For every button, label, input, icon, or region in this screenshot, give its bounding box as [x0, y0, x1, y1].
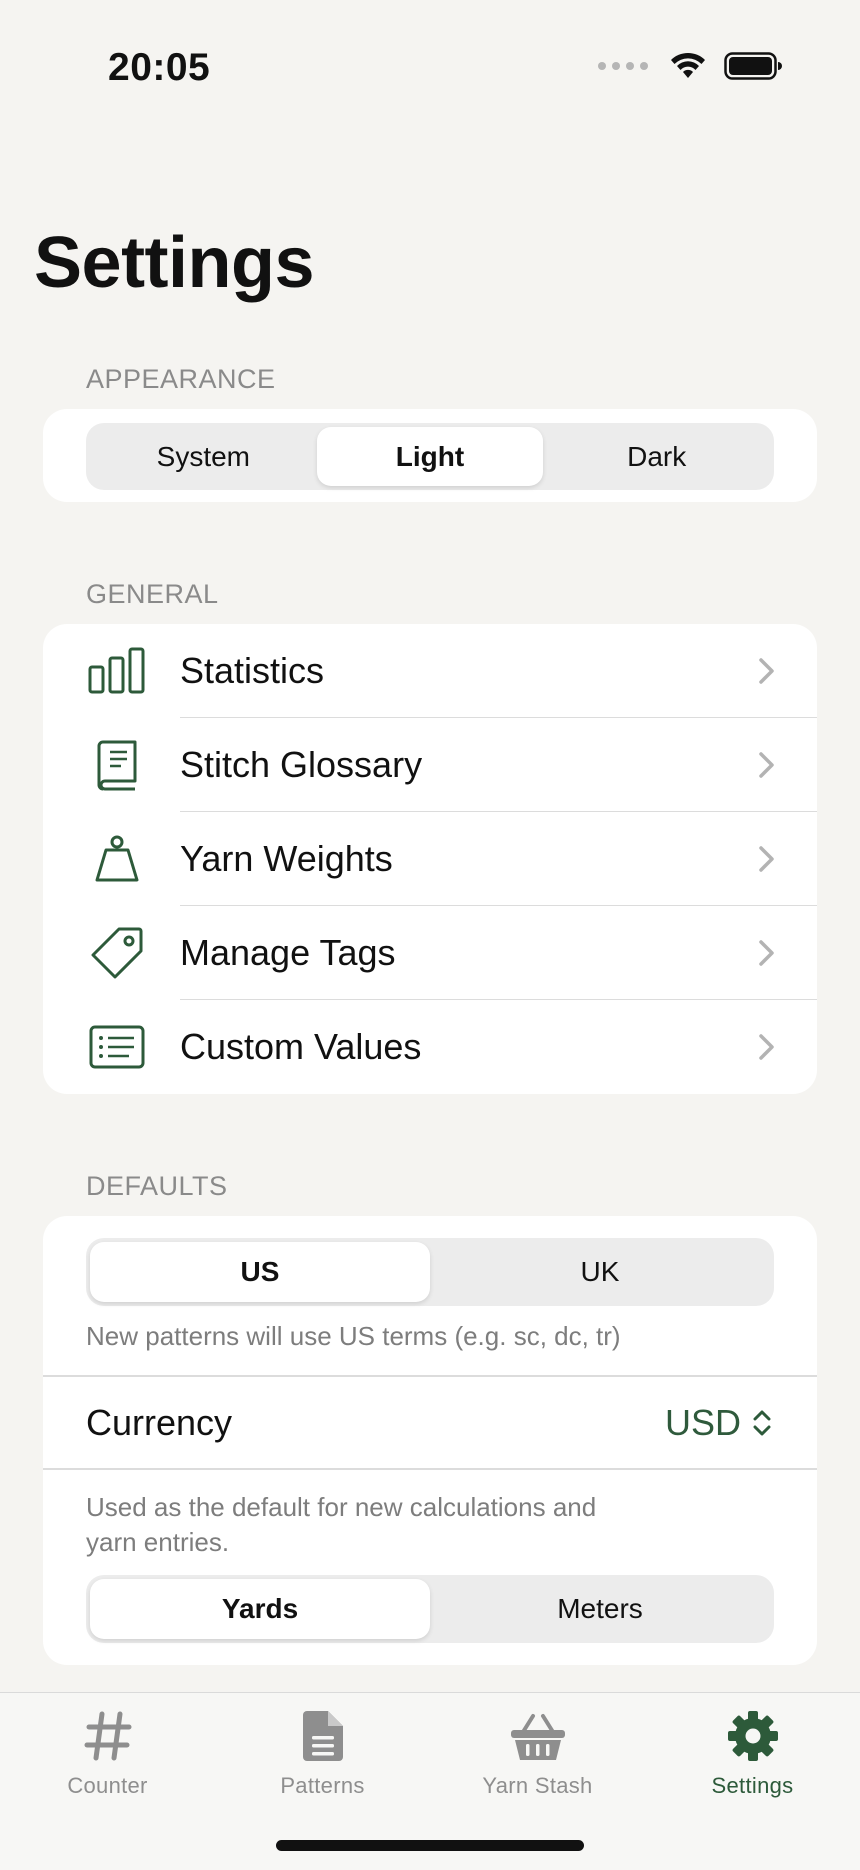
- general-item-manage-tags[interactable]: Manage Tags: [43, 906, 817, 1000]
- currency-value: USD: [664, 1402, 741, 1443]
- general-card: Statistics Stitch Glossary Yarn Weights: [43, 624, 817, 1094]
- chevron-right-icon: [759, 658, 774, 684]
- terms-segmented-control: US UK: [86, 1238, 774, 1306]
- tab-label: Yarn Stash: [482, 1773, 593, 1798]
- general-item-label: Custom Values: [180, 1026, 422, 1067]
- general-item-label: Manage Tags: [180, 932, 396, 973]
- gear-icon: [726, 1707, 780, 1765]
- chevron-right-icon: [759, 752, 774, 778]
- tab-label: Settings: [711, 1773, 794, 1798]
- general-item-statistics[interactable]: Statistics: [43, 624, 817, 718]
- tab-yarn-stash[interactable]: Yarn Stash: [430, 1693, 645, 1823]
- home-indicator: [276, 1840, 584, 1851]
- document-icon: [301, 1707, 345, 1765]
- chevron-right-icon: [759, 846, 774, 872]
- currency-picker[interactable]: USD: [665, 1402, 773, 1444]
- scale-weight-icon: [87, 829, 147, 889]
- divider: [43, 1375, 817, 1377]
- appearance-section-header: APPEARANCE: [86, 364, 276, 394]
- tab-settings[interactable]: Settings: [645, 1693, 860, 1823]
- units-option-meters[interactable]: Meters: [430, 1579, 770, 1639]
- currency-label: Currency: [86, 1402, 233, 1443]
- defaults-card: US UK New patterns will use US terms (e.…: [43, 1216, 817, 1665]
- units-segmented-control: Yards Meters: [86, 1575, 774, 1643]
- tab-label: Counter: [67, 1773, 148, 1798]
- tab-counter[interactable]: Counter: [0, 1693, 215, 1823]
- divider: [43, 1468, 817, 1470]
- page-title: Settings: [34, 223, 315, 303]
- general-item-label: Statistics: [180, 650, 325, 691]
- units-hint-line: yarn entries.: [86, 1527, 230, 1557]
- status-icons: [598, 52, 782, 80]
- general-item-custom-values[interactable]: Custom Values: [43, 1000, 817, 1094]
- units-option-yards[interactable]: Yards: [90, 1579, 430, 1639]
- terms-option-us[interactable]: US: [90, 1242, 430, 1302]
- wifi-icon: [671, 52, 705, 78]
- appearance-option-light[interactable]: Light: [316, 427, 544, 486]
- chevron-right-icon: [759, 1034, 774, 1060]
- battery-icon: [724, 52, 782, 80]
- status-bar: 20:05: [0, 0, 860, 140]
- tag-icon: [87, 923, 147, 983]
- general-item-yarn-weights[interactable]: Yarn Weights: [43, 812, 817, 906]
- appearance-option-system[interactable]: System: [90, 427, 317, 486]
- appearance-option-dark[interactable]: Dark: [543, 427, 770, 486]
- tab-label: Patterns: [280, 1773, 365, 1798]
- chevron-up-down-icon: [753, 1410, 771, 1436]
- hash-icon: [84, 1707, 132, 1765]
- defaults-section-header: DEFAULTS: [86, 1171, 228, 1201]
- general-item-label: Yarn Weights: [180, 838, 393, 879]
- bar-chart-icon: [87, 641, 147, 701]
- list-icon: [87, 1017, 147, 1077]
- cellular-signal-icon: [598, 62, 648, 70]
- basket-icon: [509, 1707, 567, 1765]
- book-icon: [87, 735, 147, 795]
- general-item-stitch-glossary[interactable]: Stitch Glossary: [43, 718, 817, 812]
- terms-option-uk[interactable]: UK: [430, 1242, 770, 1302]
- general-section-header: GENERAL: [86, 579, 219, 609]
- terms-hint: New patterns will use US terms (e.g. sc,…: [86, 1321, 621, 1351]
- appearance-card: System Light Dark: [43, 409, 817, 502]
- tab-patterns[interactable]: Patterns: [215, 1693, 430, 1823]
- units-hint: Used as the default for new calculations…: [86, 1490, 596, 1560]
- chevron-right-icon: [759, 940, 774, 966]
- general-item-label: Stitch Glossary: [180, 744, 423, 785]
- appearance-segmented-control: System Light Dark: [86, 423, 774, 490]
- status-time: 20:05: [108, 46, 211, 89]
- units-hint-line: Used as the default for new calculations…: [86, 1492, 597, 1522]
